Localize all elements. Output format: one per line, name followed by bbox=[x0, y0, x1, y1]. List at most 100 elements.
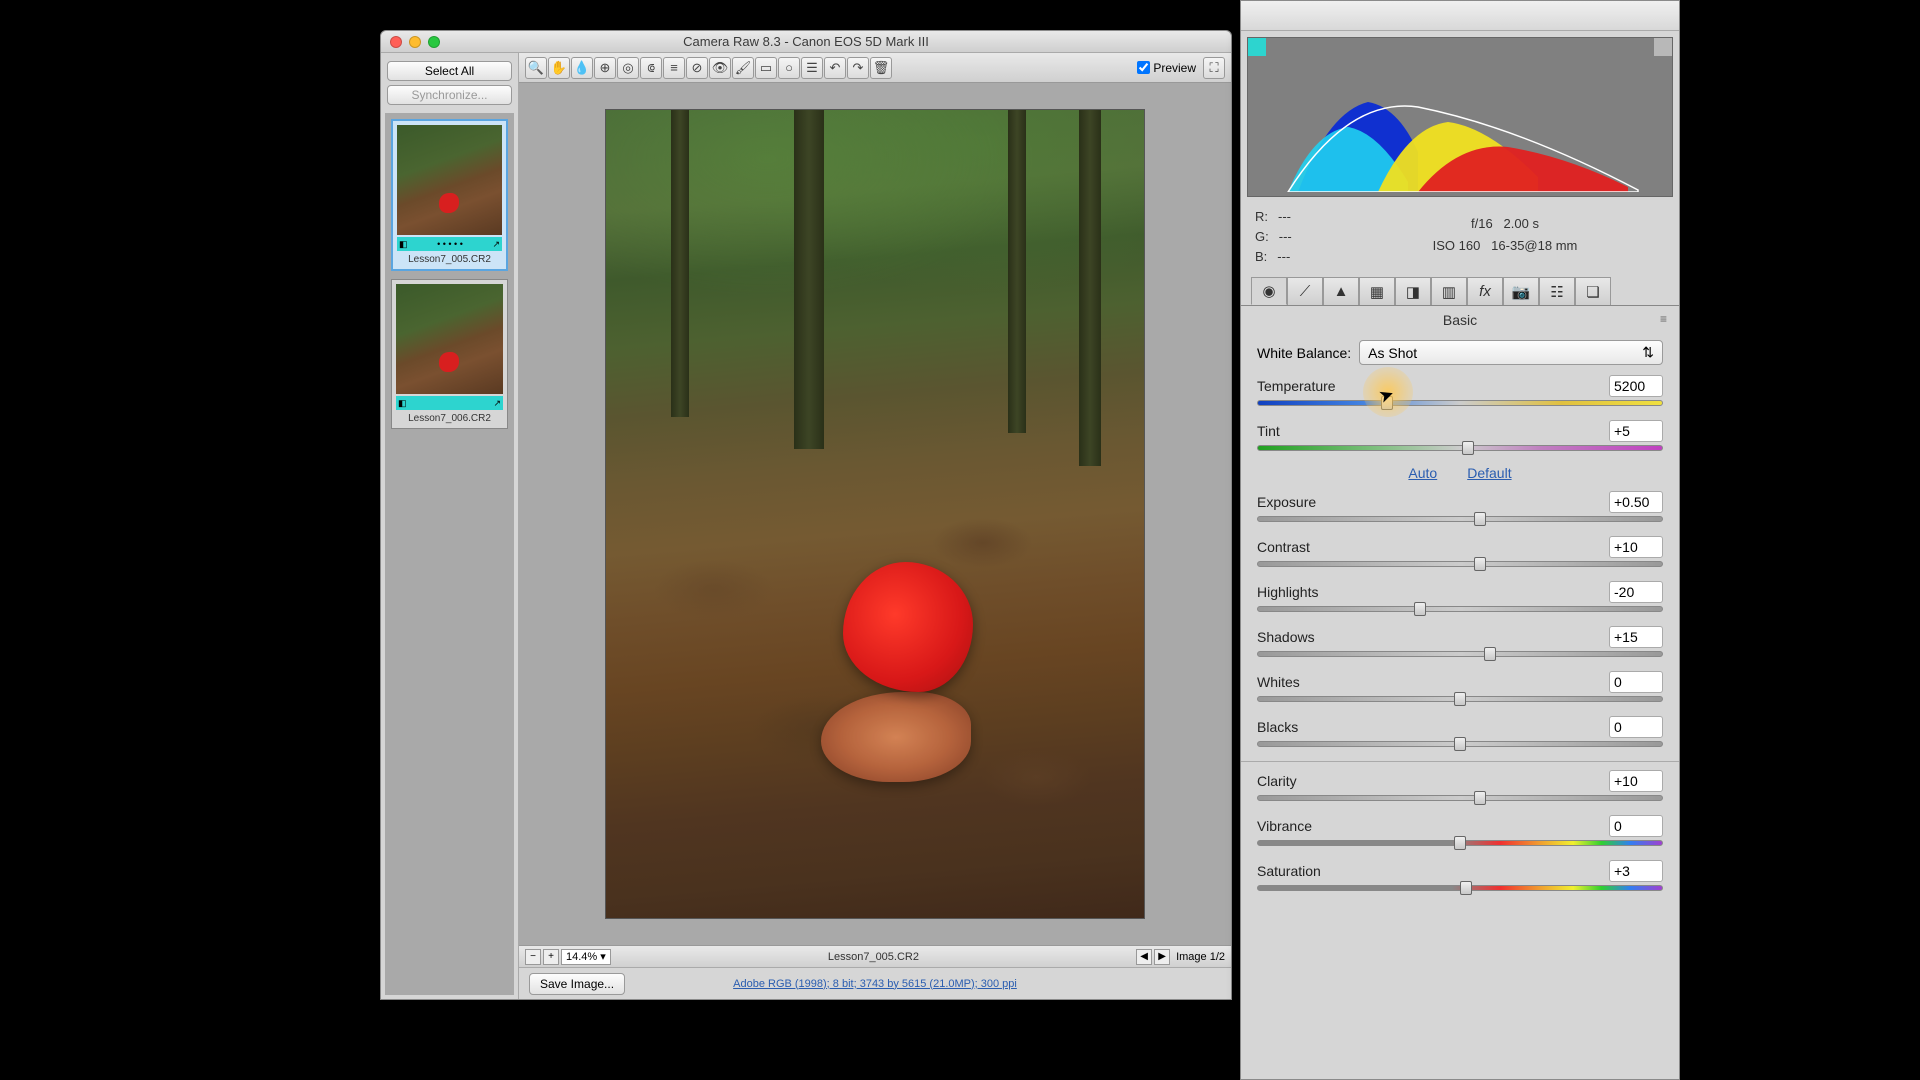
preferences-icon[interactable]: ☰ bbox=[801, 57, 823, 79]
tab-tone-curve-icon[interactable]: ⟋ bbox=[1287, 277, 1323, 305]
tab-lens-corrections-icon[interactable]: ▥ bbox=[1431, 277, 1467, 305]
saturation-slider[interactable] bbox=[1257, 885, 1663, 891]
zoom-tool-icon[interactable]: 🔍 bbox=[525, 57, 547, 79]
preview-checkbox-input[interactable] bbox=[1137, 61, 1150, 74]
crop-tool-icon[interactable]: ⟃ bbox=[640, 57, 662, 79]
tab-hsl-icon[interactable]: ▦ bbox=[1359, 277, 1395, 305]
zoom-level-select[interactable]: 14.4% ▾ bbox=[561, 949, 611, 965]
thumbnail-item[interactable]: ◧• • • • •↗ Lesson7_005.CR2 bbox=[391, 119, 508, 271]
tab-camera-calibration-icon[interactable]: 📷 bbox=[1503, 277, 1539, 305]
histogram[interactable] bbox=[1247, 37, 1673, 197]
prev-image-button[interactable]: ◀ bbox=[1136, 949, 1152, 965]
tab-basic-icon[interactable]: ◉ bbox=[1251, 277, 1287, 305]
temperature-slider-row: Temperature ➤ bbox=[1257, 375, 1663, 406]
auto-link[interactable]: Auto bbox=[1408, 465, 1437, 481]
fullscreen-toggle-icon[interactable]: ⛶ bbox=[1203, 57, 1225, 79]
saturation-input[interactable] bbox=[1609, 860, 1663, 882]
tab-snapshots-icon[interactable]: ❏ bbox=[1575, 277, 1611, 305]
preview-checkbox[interactable]: Preview bbox=[1137, 61, 1196, 75]
white-balance-select[interactable]: As Shot⇅ bbox=[1359, 340, 1663, 365]
tab-effects-icon[interactable]: fx bbox=[1467, 277, 1503, 305]
red-eye-tool-icon[interactable]: 👁 bbox=[709, 57, 731, 79]
minimize-icon[interactable] bbox=[409, 36, 421, 48]
synchronize-button[interactable]: Synchronize... bbox=[387, 85, 512, 105]
tab-split-toning-icon[interactable]: ◨ bbox=[1395, 277, 1431, 305]
shadows-thumb[interactable] bbox=[1484, 647, 1496, 661]
exposure-slider[interactable] bbox=[1257, 516, 1663, 522]
basic-controls: White Balance: As Shot⇅ Temperature ➤ Ti… bbox=[1241, 336, 1679, 909]
whites-thumb[interactable] bbox=[1454, 692, 1466, 706]
select-all-button[interactable]: Select All bbox=[387, 61, 512, 81]
saturation-label: Saturation bbox=[1257, 863, 1321, 879]
save-image-button[interactable]: Save Image... bbox=[529, 973, 625, 995]
radial-filter-icon[interactable]: ○ bbox=[778, 57, 800, 79]
shadows-input[interactable] bbox=[1609, 626, 1663, 648]
highlight-clip-warning-icon[interactable] bbox=[1654, 38, 1672, 56]
thumbnail-item[interactable]: ◧↗ Lesson7_006.CR2 bbox=[391, 279, 508, 429]
blacks-input[interactable] bbox=[1609, 716, 1663, 738]
zoom-in-button[interactable]: + bbox=[543, 949, 559, 965]
saturation-thumb[interactable] bbox=[1460, 881, 1472, 895]
white-balance-tool-icon[interactable]: 💧 bbox=[571, 57, 593, 79]
rgb-readout: R:--- G:--- B:--- bbox=[1255, 207, 1345, 267]
tab-presets-icon[interactable]: ☷ bbox=[1539, 277, 1575, 305]
graduated-filter-icon[interactable]: ▭ bbox=[755, 57, 777, 79]
temperature-input[interactable] bbox=[1609, 375, 1663, 397]
whites-input[interactable] bbox=[1609, 671, 1663, 693]
shadows-slider[interactable] bbox=[1257, 651, 1663, 657]
thumbnail-rating[interactable]: ◧• • • • •↗ bbox=[397, 237, 502, 251]
rotate-ccw-icon[interactable]: ↶ bbox=[824, 57, 846, 79]
tint-slider[interactable] bbox=[1257, 445, 1663, 451]
shadows-label: Shadows bbox=[1257, 629, 1315, 645]
highlights-thumb[interactable] bbox=[1414, 602, 1426, 616]
tint-thumb[interactable] bbox=[1462, 441, 1474, 455]
contrast-slider[interactable] bbox=[1257, 561, 1663, 567]
saturation-slider-row: Saturation bbox=[1257, 860, 1663, 891]
clarity-label: Clarity bbox=[1257, 773, 1297, 789]
targeted-adjustment-icon[interactable]: ◎ bbox=[617, 57, 639, 79]
image-viewport[interactable] bbox=[519, 83, 1231, 945]
white-balance-label: White Balance: bbox=[1257, 345, 1351, 361]
vibrance-input[interactable] bbox=[1609, 815, 1663, 837]
rotate-cw-icon[interactable]: ↷ bbox=[847, 57, 869, 79]
thumbnail-rating[interactable]: ◧↗ bbox=[396, 396, 503, 410]
vibrance-thumb[interactable] bbox=[1454, 836, 1466, 850]
color-sampler-tool-icon[interactable]: ⊕ bbox=[594, 57, 616, 79]
clarity-slider[interactable] bbox=[1257, 795, 1663, 801]
exposure-thumb[interactable] bbox=[1474, 512, 1486, 526]
workflow-options-link[interactable]: Adobe RGB (1998); 8 bit; 3743 by 5615 (2… bbox=[733, 978, 1017, 990]
tint-input[interactable] bbox=[1609, 420, 1663, 442]
panel-menu-icon[interactable]: ≡ bbox=[1660, 312, 1667, 326]
tint-label: Tint bbox=[1257, 423, 1280, 439]
whites-slider[interactable] bbox=[1257, 696, 1663, 702]
highlights-slider[interactable] bbox=[1257, 606, 1663, 612]
blacks-thumb[interactable] bbox=[1454, 737, 1466, 751]
whites-slider-row: Whites bbox=[1257, 671, 1663, 702]
shadow-clip-warning-icon[interactable] bbox=[1248, 38, 1266, 56]
next-image-button[interactable]: ▶ bbox=[1154, 949, 1170, 965]
temperature-label: Temperature bbox=[1257, 378, 1336, 394]
hand-tool-icon[interactable]: ✋ bbox=[548, 57, 570, 79]
close-icon[interactable] bbox=[390, 36, 402, 48]
adjustment-brush-icon[interactable]: 🖌 bbox=[732, 57, 754, 79]
highlights-input[interactable] bbox=[1609, 581, 1663, 603]
tab-detail-icon[interactable]: ▲ bbox=[1323, 277, 1359, 305]
vibrance-slider[interactable] bbox=[1257, 840, 1663, 846]
temperature-slider[interactable] bbox=[1257, 400, 1663, 406]
clarity-thumb[interactable] bbox=[1474, 791, 1486, 805]
zoom-icon[interactable] bbox=[428, 36, 440, 48]
preview-pane: 🔍 ✋ 💧 ⊕ ◎ ⟃ ≡ ⊘ 👁 🖌 ▭ ○ ☰ ↶ ↷ 🗑 Prev bbox=[519, 53, 1231, 999]
filmstrip-pane: Select All Synchronize... ◧• • • • •↗ Le… bbox=[381, 53, 519, 999]
contrast-thumb[interactable] bbox=[1474, 557, 1486, 571]
default-link[interactable]: Default bbox=[1467, 465, 1511, 481]
zoom-out-button[interactable]: − bbox=[525, 949, 541, 965]
titlebar: Camera Raw 8.3 - Canon EOS 5D Mark III bbox=[381, 31, 1231, 53]
exposure-input[interactable] bbox=[1609, 491, 1663, 513]
spot-removal-icon[interactable]: ⊘ bbox=[686, 57, 708, 79]
blacks-slider[interactable] bbox=[1257, 741, 1663, 747]
clarity-input[interactable] bbox=[1609, 770, 1663, 792]
temperature-thumb[interactable] bbox=[1381, 396, 1393, 410]
straighten-tool-icon[interactable]: ≡ bbox=[663, 57, 685, 79]
contrast-input[interactable] bbox=[1609, 536, 1663, 558]
trash-icon[interactable]: 🗑 bbox=[870, 57, 892, 79]
